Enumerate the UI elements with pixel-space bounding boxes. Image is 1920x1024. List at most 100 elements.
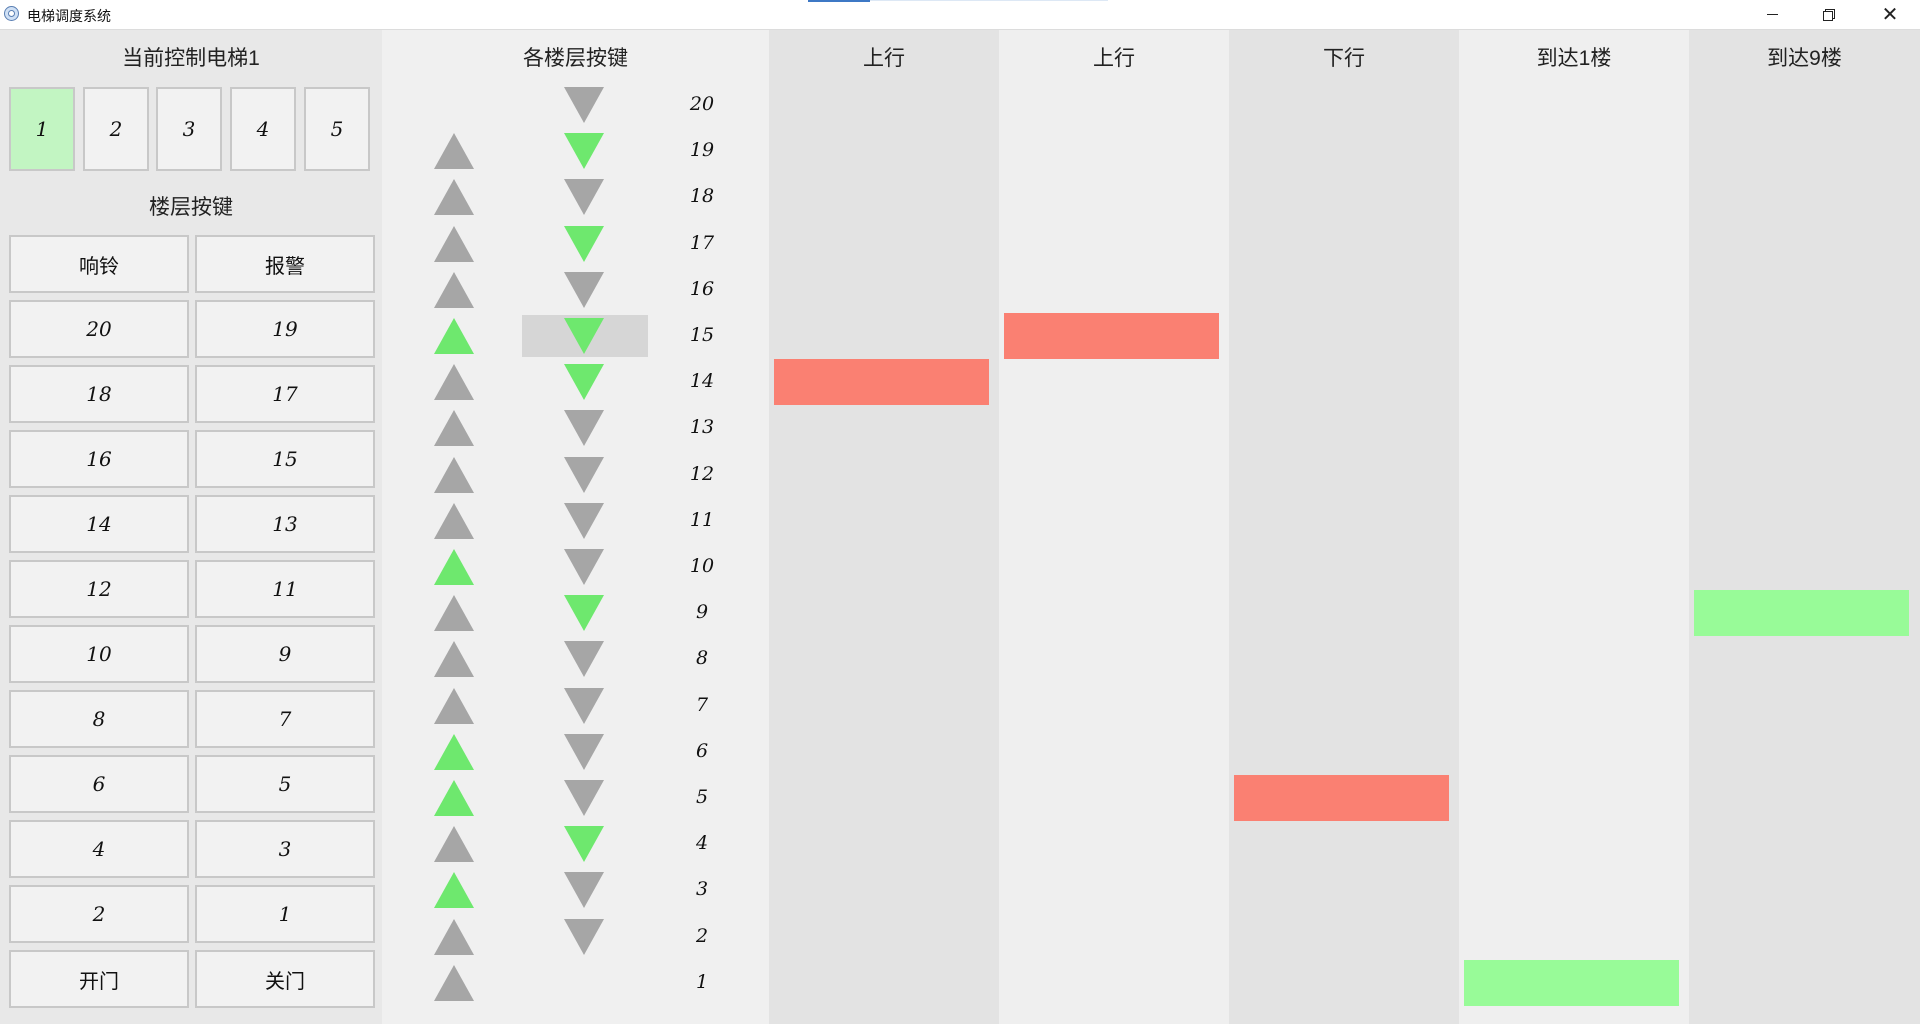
elevator-shaft-3: 下行 [1229,30,1459,1024]
up-call-button-3[interactable] [434,872,474,909]
elevator-status-label: 到达9楼 [1767,47,1842,70]
floor-button-8[interactable]: 8 [9,690,189,748]
title-bar: 电梯调度系统 ✕ [0,0,1920,30]
floor-number-label: 20 [689,93,715,115]
floor-number-label: 11 [689,508,715,531]
control-panel: 当前控制电梯1 1 2 3 4 5 楼层按键 响铃 报警 20 19 18 17 16 15 1… [0,30,382,1024]
up-call-button-8[interactable] [434,641,474,678]
floor-number-label: 14 [689,370,715,393]
down-call-button-13[interactable] [564,410,604,447]
title-accent-line [808,0,1108,2]
floor-number-label: 13 [689,416,715,439]
down-call-button-4[interactable] [564,826,604,863]
floor-number-label: 15 [689,324,715,346]
floor-button-13[interactable]: 13 [195,495,375,553]
down-call-button-15[interactable] [564,318,604,354]
floor-button-6[interactable]: 6 [9,755,189,813]
down-call-button-18[interactable] [564,179,604,216]
floor-button-10[interactable]: 10 [9,625,189,683]
up-call-button-16[interactable] [434,271,474,308]
up-call-button-19[interactable] [434,133,474,170]
hall-call-panel: 各楼层按键 20 19 18 17 16 15 14 13 12 11 10 9 8 7 6 5 4 3 2 1 [382,30,769,1024]
floor-number-label: 6 [695,739,709,762]
elevator-car [1234,775,1449,821]
floor-number-label: 9 [695,601,709,624]
floor-button-5[interactable]: 5 [195,755,375,813]
restore-button[interactable] [1800,0,1856,29]
floor-button-9[interactable]: 9 [195,625,375,683]
elevator-car [1464,959,1679,1006]
down-call-button-2[interactable] [564,918,604,955]
up-call-button-15[interactable] [434,318,474,354]
elevator-status-label: 上行 [863,47,905,70]
down-call-button-7[interactable] [564,687,604,724]
close-door-button[interactable]: 关门 [195,950,375,1008]
up-call-button-5[interactable] [434,780,474,816]
down-call-button-12[interactable] [564,456,604,493]
floor-button-14[interactable]: 14 [9,495,189,553]
elevator-status-label: 上行 [1093,47,1135,70]
up-call-button-2[interactable] [434,918,474,955]
down-call-button-3[interactable] [564,872,604,909]
floor-button-17[interactable]: 17 [195,365,375,423]
floor-button-11[interactable]: 11 [195,560,375,618]
elevator-car [1694,590,1909,637]
floor-number-label: 8 [695,647,709,670]
floor-button-2[interactable]: 2 [9,885,189,943]
elevator-select-button-3[interactable]: 3 [156,87,222,171]
up-call-button-13[interactable] [434,410,474,447]
floor-number-label: 12 [689,462,715,485]
floor-button-16[interactable]: 16 [9,430,189,488]
floor-button-20[interactable]: 20 [9,300,189,358]
up-call-button-9[interactable] [434,595,474,632]
floor-number-label: 1 [695,970,709,993]
down-call-button-14[interactable] [564,364,604,401]
floor-button-1[interactable]: 1 [195,885,375,943]
up-call-button-18[interactable] [434,179,474,216]
current-elevator-label: 当前控制电梯1 [122,47,260,70]
down-call-button-9[interactable] [564,595,604,632]
floor-number-label: 3 [695,878,709,901]
floor-button-3[interactable]: 3 [195,820,375,878]
elevator-car [774,359,989,406]
bell-button[interactable]: 响铃 [9,235,189,293]
up-call-button-11[interactable] [434,502,474,539]
up-call-button-4[interactable] [434,826,474,863]
down-call-button-5[interactable] [564,780,604,816]
down-call-button-8[interactable] [564,641,604,678]
up-call-button-1[interactable] [434,964,474,1001]
floor-button-7[interactable]: 7 [195,690,375,748]
down-call-button-11[interactable] [564,502,604,539]
elevator-select-button-4[interactable]: 4 [230,87,296,171]
minimize-button[interactable] [1744,0,1800,29]
floor-number-label: 7 [695,693,709,716]
floor-button-12[interactable]: 12 [9,560,189,618]
up-call-button-6[interactable] [434,733,474,770]
down-call-button-6[interactable] [564,733,604,770]
down-call-button-17[interactable] [564,225,604,262]
floor-button-18[interactable]: 18 [9,365,189,423]
elevator-car [1004,313,1219,359]
elevator-shaft-1: 上行 [769,30,999,1024]
elevator-shaft-4: 到达1楼 [1459,30,1689,1024]
floor-button-4[interactable]: 4 [9,820,189,878]
up-call-button-14[interactable] [434,364,474,401]
down-call-button-10[interactable] [564,549,604,585]
alarm-button[interactable]: 报警 [195,235,375,293]
floor-button-19[interactable]: 19 [195,300,375,358]
floor-button-15[interactable]: 15 [195,430,375,488]
elevator-select-button-5[interactable]: 5 [304,87,370,171]
elevator-select-button-1[interactable]: 1 [9,87,75,171]
up-call-button-10[interactable] [434,549,474,585]
up-call-button-17[interactable] [434,225,474,262]
elevator-select-button-2[interactable]: 2 [83,87,149,171]
up-call-button-12[interactable] [434,456,474,493]
close-button[interactable]: ✕ [1862,0,1918,29]
up-call-button-7[interactable] [434,687,474,724]
down-call-button-19[interactable] [564,133,604,170]
down-call-button-20[interactable] [564,87,604,123]
open-door-button[interactable]: 开门 [9,950,189,1008]
elevator-shaft-2: 上行 [999,30,1229,1024]
floor-number-label: 10 [689,555,715,577]
down-call-button-16[interactable] [564,271,604,308]
